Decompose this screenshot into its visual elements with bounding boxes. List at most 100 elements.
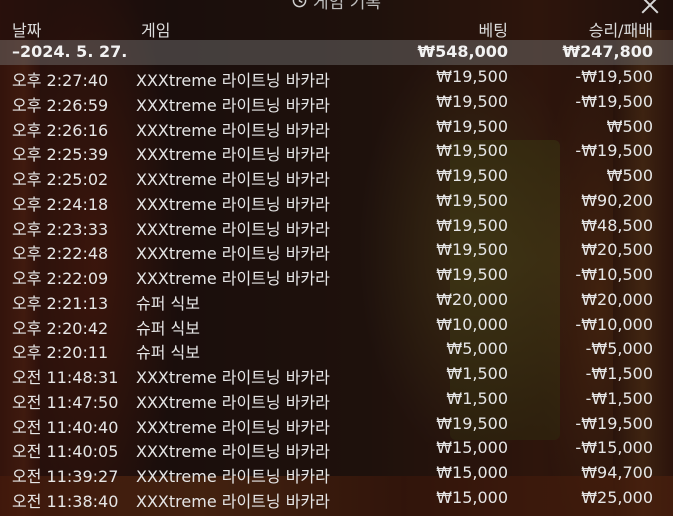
history-row[interactable]: 오전 11:40:40 XXXtreme 라이트닝 바카라 ₩19,500 -₩19,… (0, 412, 673, 437)
row-result: -₩5,000 (585, 339, 653, 359)
row-bet: ₩19,500 (436, 67, 508, 86)
column-header-win-loss: 승리/패배 (588, 21, 653, 40)
history-row[interactable]: 오후 2:22:09 XXXtreme 라이트닝 바카라 ₩19,500 -₩10,5… (0, 263, 673, 288)
row-result: ₩90,200 (581, 190, 653, 210)
date-group-total-bet: ₩548,000 (417, 42, 508, 61)
row-bet: ₩15,000 (436, 463, 508, 482)
row-game: XXXtreme 라이트닝 바카라 (136, 145, 330, 165)
history-row[interactable]: 오후 2:20:42 슈퍼 식보 ₩10,000 -₩10,000 (0, 313, 673, 338)
panel-title: 게임 기록 (0, 0, 673, 13)
history-row[interactable]: 오후 2:26:16 XXXtreme 라이트닝 바카라 ₩19,500 ₩500 (0, 115, 673, 140)
row-result: ₩94,700 (581, 463, 653, 482)
row-game: 슈퍼 식보 (136, 293, 200, 313)
row-time: 오후 2:23:33 (12, 219, 109, 239)
row-result: ₩20,500 (581, 240, 653, 260)
column-header-bet: 베팅 (478, 21, 508, 40)
row-time: 오후 2:20:42 (12, 318, 109, 338)
row-bet: ₩10,000 (436, 314, 508, 334)
row-bet: ₩19,500 (436, 215, 508, 235)
row-bet: ₩5,000 (446, 339, 508, 359)
row-result: ₩500 (606, 116, 653, 136)
row-result: -₩19,500 (575, 141, 653, 161)
row-result: -₩19,500 (575, 67, 653, 86)
row-game: XXXtreme 라이트닝 바카라 (136, 194, 330, 214)
row-game: XXXtreme 라이트닝 바카라 (136, 467, 330, 486)
row-bet: ₩15,000 (436, 438, 508, 458)
row-result: -₩19,500 (575, 91, 653, 111)
row-game: XXXtreme 라이트닝 바카라 (136, 244, 330, 264)
history-row[interactable]: 오후 2:25:39 XXXtreme 라이트닝 바카라 ₩19,500 -₩19,5… (0, 139, 673, 164)
row-game: XXXtreme 라이트닝 바카라 (136, 71, 330, 90)
row-game: XXXtreme 라이트닝 바카라 (136, 491, 330, 511)
history-row[interactable]: 오후 2:25:02 XXXtreme 라이트닝 바카라 ₩19,500 ₩500 (0, 164, 673, 189)
row-time: 오후 2:20:11 (12, 343, 109, 363)
row-game: XXXtreme 라이트닝 바카라 (136, 392, 330, 412)
row-result: ₩25,000 (581, 487, 653, 507)
row-game: XXXtreme 라이트닝 바카라 (136, 417, 330, 437)
row-time: 오전 11:39:27 (12, 467, 119, 486)
history-header: 게임 기록 날짜 게임 베팅 승리/패배 (0, 0, 673, 40)
history-row[interactable]: 오후 2:27:40 XXXtreme 라이트닝 바카라 ₩19,500 -₩19,5… (0, 65, 673, 90)
history-row[interactable]: 오후 2:26:59 XXXtreme 라이트닝 바카라 ₩19,500 -₩19,5… (0, 90, 673, 115)
row-bet: ₩1,500 (446, 364, 508, 383)
history-row[interactable]: 오후 2:23:33 XXXtreme 라이트닝 바카라 ₩19,500 ₩48,50… (0, 214, 673, 239)
row-result: ₩48,500 (581, 215, 653, 235)
history-row[interactable]: 오전 11:40:05 XXXtreme 라이트닝 바카라 ₩15,000 -₩15,… (0, 436, 673, 461)
row-result: -₩1,500 (585, 388, 653, 408)
row-game: XXXtreme 라이트닝 바카라 (136, 95, 330, 115)
row-time: 오전 11:40:05 (12, 442, 119, 462)
row-bet: ₩19,500 (436, 91, 508, 111)
history-row[interactable]: 오전 11:39:27 XXXtreme 라이트닝 바카라 ₩15,000 ₩94,7… (0, 461, 673, 486)
row-game: XXXtreme 라이트닝 바카라 (136, 269, 330, 288)
row-result: ₩20,000 (581, 289, 653, 309)
panel-title-text: 게임 기록 (313, 0, 381, 13)
history-row[interactable]: 오후 2:24:18 XXXtreme 라이트닝 바카라 ₩19,500 ₩90,20… (0, 189, 673, 214)
row-time: 오후 2:22:48 (12, 244, 109, 264)
row-time: 오후 2:27:40 (12, 71, 109, 90)
date-group-total-result: ₩247,800 (562, 42, 653, 61)
row-time: 오후 2:25:02 (12, 170, 109, 189)
row-bet: ₩19,500 (436, 265, 508, 284)
row-time: 오전 11:48:31 (12, 368, 119, 387)
row-result: -₩15,000 (575, 438, 653, 458)
date-group-date: –2024. 5. 27. (12, 42, 128, 61)
row-bet: ₩19,500 (436, 166, 508, 185)
column-header-date: 날짜 (12, 21, 42, 40)
row-game: 슈퍼 식보 (136, 318, 200, 338)
row-result: -₩19,500 (575, 413, 653, 433)
row-game: XXXtreme 라이트닝 바카라 (136, 219, 330, 239)
row-time: 오후 2:26:59 (12, 95, 109, 115)
row-time: 오전 11:47:50 (12, 392, 119, 412)
row-time: 오전 11:38:40 (12, 491, 119, 511)
row-result: -₩10,000 (575, 314, 653, 334)
row-game: XXXtreme 라이트닝 바카라 (136, 442, 330, 462)
row-time: 오후 2:22:09 (12, 269, 109, 288)
row-bet: ₩19,500 (436, 413, 508, 433)
history-row[interactable]: 오전 11:47:50 XXXtreme 라이트닝 바카라 ₩1,500 -₩1,50… (0, 387, 673, 412)
date-group-row[interactable]: –2024. 5. 27. ₩548,000 ₩247,800 (0, 40, 673, 65)
row-bet: ₩19,500 (436, 116, 508, 136)
row-bet: ₩19,500 (436, 190, 508, 210)
history-row[interactable]: 오전 11:48:31 XXXtreme 라이트닝 바카라 ₩1,500 -₩1,50… (0, 362, 673, 387)
row-game: XXXtreme 라이트닝 바카라 (136, 120, 330, 140)
row-result: ₩500 (606, 166, 653, 185)
row-result: -₩1,500 (585, 364, 653, 383)
history-list: 오후 2:27:40 XXXtreme 라이트닝 바카라 ₩19,500 -₩19,5… (0, 65, 673, 511)
history-row[interactable]: 오후 2:21:13 슈퍼 식보 ₩20,000 ₩20,000 (0, 288, 673, 313)
close-icon[interactable] (639, 0, 661, 16)
history-row[interactable]: 오전 11:38:40 XXXtreme 라이트닝 바카라 ₩15,000 ₩25,0… (0, 486, 673, 511)
history-row[interactable]: 오후 2:22:48 XXXtreme 라이트닝 바카라 ₩19,500 ₩20,50… (0, 238, 673, 263)
history-row[interactable]: 오후 2:20:11 슈퍼 식보 ₩5,000 -₩5,000 (0, 337, 673, 362)
row-time: 오후 2:26:16 (12, 120, 109, 140)
row-result: -₩10,500 (575, 265, 653, 284)
row-bet: ₩15,000 (436, 487, 508, 507)
row-bet: ₩20,000 (436, 289, 508, 309)
column-header-game: 게임 (141, 21, 171, 40)
row-bet: ₩1,500 (446, 388, 508, 408)
row-game: 슈퍼 식보 (136, 343, 200, 363)
row-time: 오후 2:24:18 (12, 194, 109, 214)
row-bet: ₩19,500 (436, 240, 508, 260)
history-clock-icon (292, 0, 307, 13)
row-time: 오후 2:25:39 (12, 145, 109, 165)
row-game: XXXtreme 라이트닝 바카라 (136, 170, 330, 189)
